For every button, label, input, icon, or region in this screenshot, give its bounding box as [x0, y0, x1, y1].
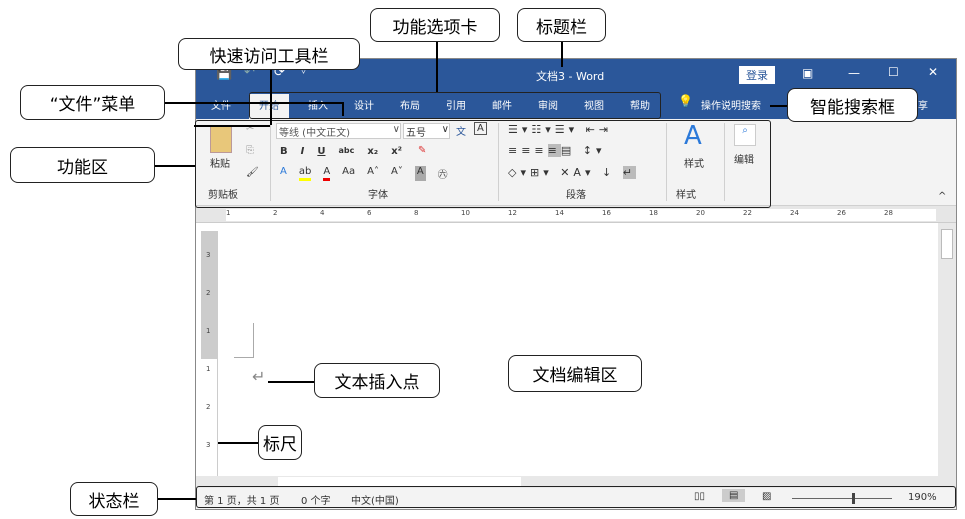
ruler-tick-label: 16	[602, 209, 611, 217]
ruler-tick-label: 2	[273, 209, 278, 217]
collapse-ribbon-icon[interactable]: ^	[938, 191, 946, 202]
callout-search-box: 智能搜索框	[787, 88, 918, 122]
callout-tabs: 功能选项卡	[370, 8, 500, 42]
maximize-button[interactable]: ☐	[888, 65, 899, 79]
ruler-tick-label: 22	[743, 209, 752, 217]
vertical-scrollbar[interactable]	[938, 223, 956, 476]
ruler-tick-label: 3	[206, 251, 211, 259]
tabs-highlight	[249, 92, 661, 119]
paragraph-mark-icon: ↵	[252, 367, 266, 386]
ruler-tick-label: 1	[206, 365, 211, 373]
ruler-tick-label: 10	[461, 209, 470, 217]
login-button[interactable]: 登录	[739, 66, 775, 84]
vertical-ruler[interactable]: 3 2 1 1 2 3	[201, 231, 218, 476]
callout-doc-area: 文档编辑区	[508, 355, 642, 392]
ruler-tick-label: 2	[206, 403, 211, 411]
ruler-tick-label: 1	[226, 209, 231, 217]
callout-title-bar: 标题栏	[517, 8, 606, 42]
ruler-tick-label: 28	[884, 209, 893, 217]
document-editing-area[interactable]: 3 2 1 1 2 3 ↵	[196, 223, 938, 476]
minimize-button[interactable]: —	[848, 66, 860, 80]
ruler-tick-label: 1	[206, 327, 211, 335]
ruler-tick-label: 26	[837, 209, 846, 217]
callout-ribbon: 功能区	[10, 147, 155, 183]
status-highlight	[196, 486, 956, 508]
window-title: 文档3 - Word	[536, 70, 605, 83]
ruler-tick-label: 6	[367, 209, 372, 217]
ruler-tick-label: 2	[206, 289, 211, 297]
tell-me-search[interactable]: 操作说明搜索	[701, 97, 761, 112]
margin-marker	[234, 323, 254, 358]
ruler-tick-label: 4	[320, 209, 325, 217]
callout-ruler: 标尺	[258, 425, 302, 460]
close-button[interactable]: ✕	[928, 65, 938, 79]
callout-file-menu: “文件”菜单	[20, 85, 165, 120]
ruler-tick-label: 18	[649, 209, 658, 217]
ruler-tick-label: 20	[696, 209, 705, 217]
callout-insertion-point: 文本插入点	[314, 363, 440, 398]
ruler-tick-label: 14	[555, 209, 564, 217]
horizontal-ruler[interactable]: 1 2 4 6 8 10 12 14 16 18 20 22 24 26 28	[196, 206, 956, 223]
share-button[interactable]: 享	[918, 97, 928, 112]
callout-qat: 快速访问工具栏	[178, 38, 360, 70]
callout-status-bar: 状态栏	[70, 482, 158, 516]
ribbon-highlight	[195, 120, 771, 208]
ruler-tick-label: 8	[414, 209, 419, 217]
ruler-tick-label: 3	[206, 441, 211, 449]
tab-file[interactable]: 文件	[211, 97, 231, 112]
ribbon-display-icon[interactable]: ▣	[802, 66, 813, 80]
ruler-tick-label: 12	[508, 209, 517, 217]
ruler-tick-label: 24	[790, 209, 799, 217]
lightbulb-icon: 💡	[678, 94, 693, 108]
